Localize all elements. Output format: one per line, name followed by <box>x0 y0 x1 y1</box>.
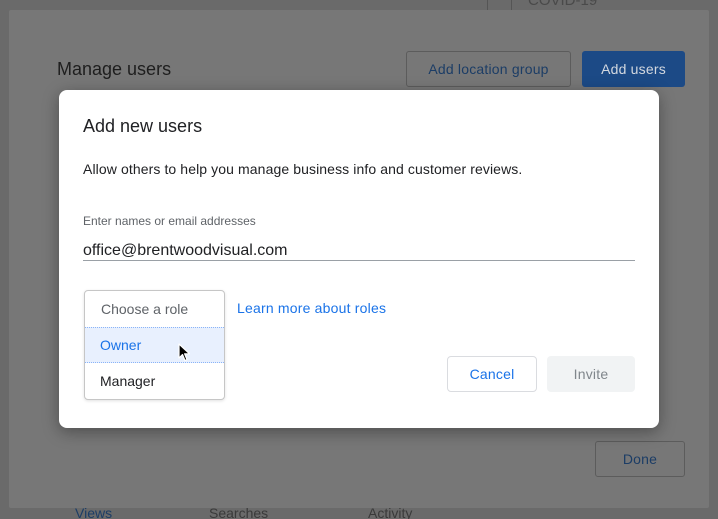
email-field-underline <box>83 260 635 261</box>
learn-more-roles-link[interactable]: Learn more about roles <box>237 300 386 316</box>
cancel-button[interactable]: Cancel <box>447 356 537 392</box>
add-new-users-dialog: Add new users Allow others to help you m… <box>59 90 659 428</box>
dialog-description: Allow others to help you manage business… <box>83 161 523 177</box>
invite-button[interactable]: Invite <box>547 356 635 392</box>
manage-users-title: Manage users <box>57 59 172 79</box>
background-divider <box>511 0 512 10</box>
role-dropdown[interactable]: Choose a role Owner Manager <box>84 290 225 400</box>
done-button[interactable]: Done <box>595 441 685 477</box>
dialog-title: Add new users <box>83 116 203 136</box>
tab-activity[interactable]: Activity <box>368 505 412 519</box>
email-field-label: Enter names or email addresses <box>83 214 256 228</box>
background-top-text: COVID-19 <box>528 0 598 9</box>
tab-searches[interactable]: Searches <box>209 505 268 519</box>
add-users-button[interactable]: Add users <box>582 51 685 87</box>
pointer-cursor-icon <box>178 343 191 362</box>
screen: COVID-19 Manage users Add location group… <box>0 0 718 519</box>
add-location-group-button[interactable]: Add location group <box>406 51 571 87</box>
role-option-owner[interactable]: Owner <box>85 327 224 363</box>
tab-views[interactable]: Views <box>75 505 112 519</box>
role-option-manager[interactable]: Manager <box>85 363 224 399</box>
background-divider <box>487 0 488 10</box>
role-placeholder[interactable]: Choose a role <box>85 291 224 327</box>
